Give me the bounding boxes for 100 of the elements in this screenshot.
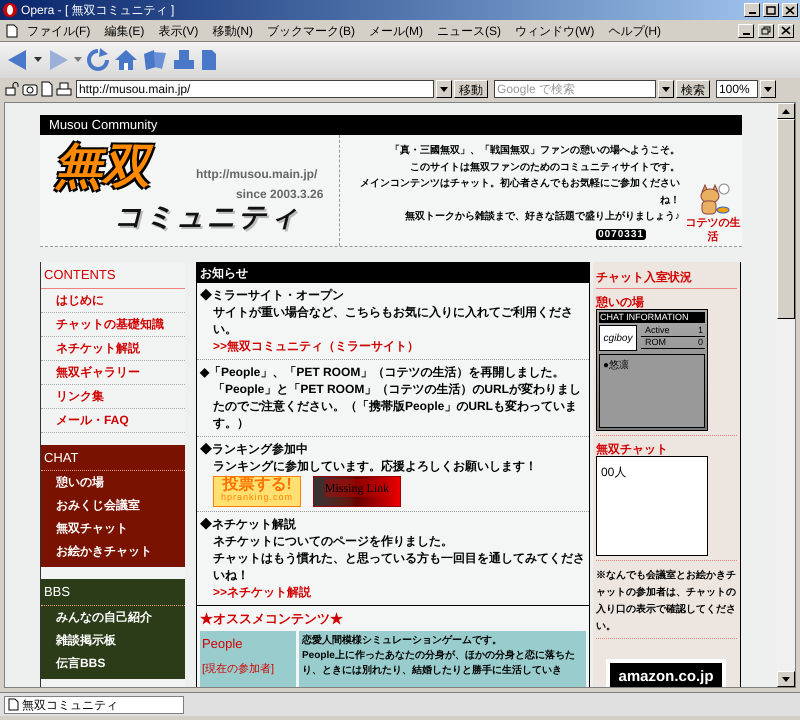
window-title: Opera - [ 無双コミュニティ ] bbox=[21, 2, 176, 19]
menu-item[interactable]: 表示(V) bbox=[153, 22, 204, 40]
welcome-text: 「真・三國無双」、「戦国無双」ファンの憩いの場へようこそ。 bbox=[390, 144, 680, 158]
sidebar-link[interactable]: リンク集 bbox=[41, 384, 185, 408]
dropdown-button[interactable] bbox=[436, 80, 452, 98]
minimize-button[interactable] bbox=[744, 3, 760, 17]
document-icon[interactable] bbox=[200, 49, 218, 71]
stat-value: 0 bbox=[698, 337, 703, 348]
zoom-field[interactable]: 100% bbox=[716, 80, 758, 98]
minimize-button[interactable] bbox=[738, 24, 754, 38]
sidebar-link[interactable]: ネチケット解説 bbox=[41, 336, 185, 360]
page-icon bbox=[6, 24, 18, 38]
member-name: ●悠凛 bbox=[603, 358, 630, 373]
news-text: サイトが重い場合など、こちらもお気に入りに入れてご利用ください。 bbox=[212, 304, 574, 338]
note-text: ※なんでも会議室とお絵かきチャットの参加者は、チャットの入り口の表示で確認してください。 bbox=[596, 567, 737, 639]
minimize-icon bbox=[742, 32, 750, 34]
section-title: CHAT bbox=[41, 444, 185, 471]
menu-item[interactable]: ブックマーク(B) bbox=[262, 22, 360, 40]
dropdown-button[interactable] bbox=[658, 80, 674, 98]
section-title: ★オススメコンテンツ★ bbox=[200, 610, 344, 628]
banner-text: 投票する! bbox=[222, 477, 292, 493]
menu-item[interactable]: メール(M) bbox=[364, 22, 428, 40]
reload-icon[interactable] bbox=[86, 48, 110, 72]
stat-label: ROM bbox=[645, 337, 666, 348]
bookmarks-icon[interactable] bbox=[142, 49, 168, 71]
restore-button[interactable] bbox=[758, 24, 774, 38]
lock-icon[interactable] bbox=[4, 81, 20, 97]
caret-icon bbox=[662, 86, 670, 92]
description-text: People上に作ったあなたの分身が、ほかの分身と恋に落ちたり、ときには別れたり、結婚したりと勝手に生活していき bbox=[302, 648, 576, 678]
scroll-up-button[interactable] bbox=[777, 103, 795, 119]
home-icon[interactable] bbox=[114, 48, 138, 72]
sidebar-link[interactable]: メール・FAQ bbox=[41, 408, 185, 432]
minimize-icon bbox=[748, 12, 756, 14]
welcome-text: ね！ bbox=[660, 194, 680, 208]
section-title: CONTENTS bbox=[41, 262, 185, 288]
sidebar-link[interactable]: 伝言BBS bbox=[41, 652, 185, 674]
content-name: People bbox=[202, 634, 244, 653]
news-text: ネチケットについてのページを作りました。 bbox=[212, 533, 454, 550]
welcome-text: メインコンテンツはチャット。初心者さんでもお気軽にご参加ください bbox=[360, 176, 680, 191]
sidebar-link[interactable]: 憩いの場 bbox=[41, 471, 185, 494]
menu-item[interactable]: ヘルプ(H) bbox=[603, 22, 666, 40]
page-icon[interactable] bbox=[40, 81, 54, 97]
sidebar-link[interactable]: 雑談掲示板 bbox=[41, 628, 185, 652]
menu-item[interactable]: ニュース(S) bbox=[432, 22, 506, 40]
news-title: お知らせ bbox=[200, 265, 248, 282]
news-link[interactable]: >>無双コミュニティ（ミラーサイト） bbox=[200, 338, 586, 355]
scrollbar[interactable] bbox=[777, 103, 795, 687]
page-icon bbox=[8, 698, 19, 711]
banner-text: Missing Link bbox=[324, 479, 390, 497]
menu-item[interactable]: ファイル(F) bbox=[22, 22, 96, 40]
printer-icon[interactable] bbox=[56, 81, 72, 97]
description-text: 恋愛人間模様シミュレーションゲームです。 bbox=[302, 633, 503, 648]
amazon-banner[interactable]: amazon.co.jp bbox=[606, 659, 726, 687]
stat-label: Active bbox=[645, 325, 670, 336]
tab-title: 無双コミュニティ bbox=[22, 696, 118, 714]
visitor-counter: 0070331 bbox=[596, 228, 646, 240]
news-heading: ◆ミラーサイト・オープン bbox=[200, 287, 345, 304]
page-tab[interactable]: 無双コミュニティ bbox=[4, 696, 184, 714]
logo-since: since 2003.3.26 bbox=[236, 186, 324, 203]
maximize-button[interactable] bbox=[763, 3, 779, 17]
pet-room-link[interactable]: コテツの生活 bbox=[684, 216, 742, 244]
sidebar-link[interactable]: チャットの基礎知識 bbox=[41, 312, 185, 336]
sidebar-link[interactable]: みんなの自己紹介 bbox=[41, 606, 185, 628]
close-icon bbox=[781, 26, 791, 35]
sidebar-link[interactable]: 無双チャット bbox=[41, 517, 185, 540]
menu-item[interactable]: ウィンドウ(W) bbox=[510, 22, 600, 40]
news-link[interactable]: >>ネチケット解説 bbox=[200, 584, 586, 601]
search-button[interactable]: 検索 bbox=[676, 80, 710, 98]
banner-text: hpranking.com bbox=[220, 493, 294, 502]
dropdown-button[interactable] bbox=[760, 80, 776, 98]
section-title: チャット入室状況 bbox=[596, 268, 737, 289]
go-button[interactable]: 移動 bbox=[454, 80, 488, 98]
site-title: Musou Community bbox=[49, 116, 158, 134]
cgiboy-logo: cgiboy bbox=[599, 325, 637, 351]
room-link[interactable]: 無双チャット bbox=[596, 442, 737, 456]
menu-item[interactable]: 編集(E) bbox=[99, 22, 150, 40]
news-heading: ◆ランキング参加中 bbox=[200, 441, 309, 458]
sidebar-link[interactable]: 無双ギャラリー bbox=[41, 360, 185, 384]
maximize-icon bbox=[766, 6, 776, 14]
restore-icon bbox=[761, 26, 771, 35]
banner-text: amazon.co.jp bbox=[618, 666, 714, 687]
welcome-text: 無双トークから雑談まで、好きな話題で盛り上がりましょう♪ bbox=[405, 210, 680, 224]
sidebar-link[interactable]: はじめに bbox=[41, 288, 185, 312]
close-button[interactable] bbox=[782, 3, 798, 17]
search-field[interactable]: Google で検索 bbox=[494, 80, 656, 98]
sidebar-link[interactable]: おみくじ会議室 bbox=[41, 494, 185, 517]
caret-icon[interactable] bbox=[34, 57, 42, 63]
room-link[interactable]: 憩いの場 bbox=[596, 295, 737, 309]
sidebar-link[interactable]: お絵かきチャット bbox=[41, 540, 185, 563]
news-text: チャットはもう慣れた、と思っている方も一回目を通してみてくださいね！ bbox=[212, 550, 586, 584]
widget-title: CHAT INFORMATION bbox=[599, 312, 705, 323]
scroll-thumb[interactable] bbox=[777, 119, 795, 319]
menu-item[interactable]: 移動(N) bbox=[207, 22, 258, 40]
logo-url: http://musou.main.jp/ bbox=[196, 166, 318, 183]
caret-icon bbox=[440, 86, 448, 92]
news-heading: ◆ネチケット解説 bbox=[200, 516, 297, 533]
close-button[interactable] bbox=[778, 24, 794, 38]
address-field[interactable]: http://musou.main.jp/ bbox=[76, 80, 434, 98]
scroll-down-button[interactable] bbox=[777, 671, 795, 687]
print-icon[interactable] bbox=[172, 49, 196, 71]
